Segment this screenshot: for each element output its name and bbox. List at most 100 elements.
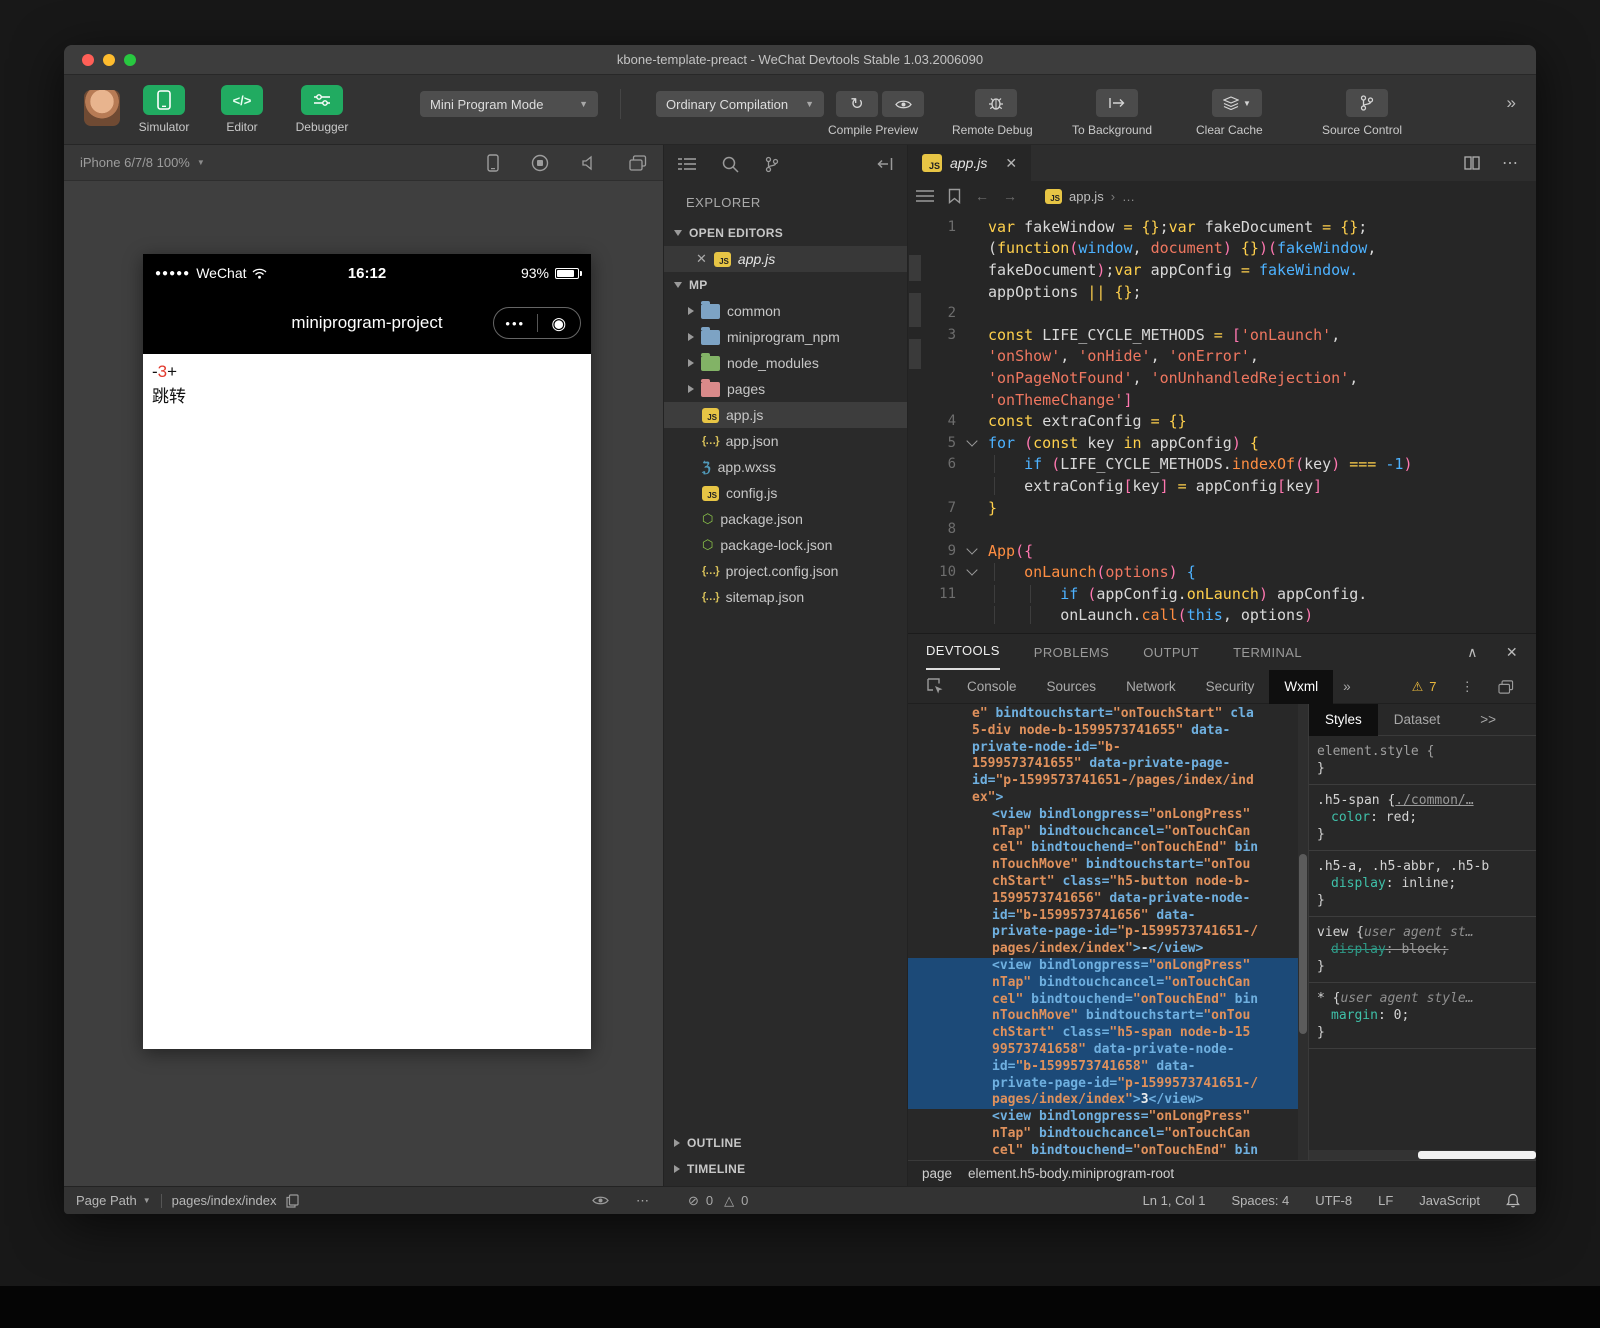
tab-sources[interactable]: Sources <box>1032 670 1112 704</box>
file-tree-item-config.js[interactable]: JSconfig.js <box>664 480 907 506</box>
problems-summary[interactable]: ⊘0 △0 <box>688 1193 748 1209</box>
jump-link[interactable]: 跳转 <box>152 385 582 410</box>
page-path-select[interactable]: Page Path ▼ <box>76 1193 151 1208</box>
code-line[interactable]: 7} <box>908 497 1536 519</box>
wxml-line[interactable]: cel" bindtouchend="onTouchEnd" bin <box>908 1143 1298 1160</box>
style-property[interactable]: display: block; <box>1317 941 1528 958</box>
speaker-icon[interactable] <box>581 155 597 171</box>
file-tree-item-project.config.json[interactable]: {…}project.config.json <box>664 558 907 584</box>
wxml-line[interactable]: cel" bindtouchend="onTouchEnd" bin <box>908 840 1298 857</box>
copy-path-icon[interactable] <box>286 1194 299 1208</box>
more-menu-icon[interactable]: ••• <box>494 316 537 331</box>
file-tree-item-app.json[interactable]: {…}app.json <box>664 428 907 454</box>
wxml-line[interactable]: 99573741658" data-private-node- <box>908 1042 1298 1059</box>
tab-console[interactable]: Console <box>952 670 1032 704</box>
file-tree-item-package-lock.json[interactable]: ⬡package-lock.json <box>664 532 907 558</box>
tab-security[interactable]: Security <box>1191 670 1270 704</box>
wxml-line[interactable]: <view bindlongpress="onLongPress" <box>908 958 1298 975</box>
stylesheet-link[interactable]: ./common/… <box>1395 793 1473 808</box>
clear-cache-button[interactable]: ▼ <box>1212 89 1262 117</box>
wxml-line[interactable]: nTap" bindtouchcancel="onTouchCan <box>908 1126 1298 1143</box>
tab-styles[interactable]: Styles <box>1309 704 1378 736</box>
wxml-line[interactable]: 1599573741656" data-private-node- <box>908 891 1298 908</box>
compile-button[interactable]: ↻ <box>836 91 878 117</box>
wxml-line[interactable]: <view bindlongpress="onLongPress" <box>908 1109 1298 1126</box>
code-line[interactable]: 6 if (LIFE_CYCLE_METHODS.indexOf(key) ==… <box>908 454 1536 476</box>
inspect-element-icon[interactable] <box>918 678 952 695</box>
counter-line[interactable]: -3+ <box>152 360 582 385</box>
kebab-menu-icon[interactable]: ⋮ <box>1461 679 1475 695</box>
wxml-line[interactable]: private-page-id="p-1599573741651-/ <box>908 1076 1298 1093</box>
styles-horizontal-scrollbar[interactable] <box>1309 1150 1536 1160</box>
file-tree-item-common[interactable]: common <box>664 298 907 324</box>
code-line[interactable]: 'onShow', 'onHide', 'onError', <box>908 346 1536 368</box>
file-tree-item-node_modules[interactable]: node_modules <box>664 350 907 376</box>
wxml-line[interactable]: private-node-id="b- <box>908 740 1298 757</box>
wxml-line[interactable]: 5-div node-b-1599573741655" data- <box>908 723 1298 740</box>
breadcrumb-element[interactable]: element.h5-body.miniprogram-root <box>968 1166 1174 1181</box>
split-editor-icon[interactable] <box>1464 156 1480 170</box>
fold-chevron-icon[interactable] <box>966 435 977 446</box>
tab-dataset[interactable]: Dataset <box>1378 704 1457 736</box>
project-root-folder[interactable]: MP <box>664 272 907 298</box>
debugger-button[interactable]: Debugger <box>292 85 352 134</box>
code-line[interactable]: 1var fakeWindow = {};var fakeDocument = … <box>908 216 1536 238</box>
breadcrumb[interactable]: JS app.js › … <box>1045 189 1135 204</box>
eol-setting[interactable]: LF <box>1378 1193 1393 1208</box>
encoding-setting[interactable]: UTF-8 <box>1315 1193 1352 1208</box>
tab-problems[interactable]: PROBLEMS <box>1034 645 1109 660</box>
wxml-line[interactable]: ex"> <box>908 790 1298 807</box>
file-tree-item-package.json[interactable]: ⬡package.json <box>664 506 907 532</box>
style-property[interactable]: color: red; <box>1317 809 1528 826</box>
wxml-line[interactable]: cel" bindtouchend="onTouchEnd" bin <box>908 992 1298 1009</box>
warning-count-badge[interactable]: ⚠7 <box>1412 679 1437 695</box>
collapse-panel-icon[interactable]: ∧ <box>1467 644 1478 661</box>
code-line[interactable]: 8 <box>908 518 1536 540</box>
bookmark-icon[interactable] <box>948 188 961 204</box>
search-icon[interactable] <box>722 156 739 173</box>
code-line[interactable]: (function(window, document) {})(fakeWind… <box>908 238 1536 260</box>
wxml-line[interactable]: nTouchMove" bindtouchstart="onTou <box>908 1008 1298 1025</box>
wxml-line[interactable]: chStart" class="h5-span node-b-15 <box>908 1025 1298 1042</box>
phone-screen[interactable]: ●●●●● WeChat 16:12 93% miniprogram-proje… <box>143 254 591 1049</box>
to-background-button[interactable] <box>1096 89 1138 117</box>
tab-app-js[interactable]: JS app.js ✕ <box>908 145 1031 181</box>
mode-select[interactable]: Mini Program Mode ▼ <box>420 91 598 117</box>
capsule-menu[interactable]: ••• ◉ <box>493 307 581 339</box>
git-branch-icon[interactable] <box>765 156 779 173</box>
tab-terminal[interactable]: TERMINAL <box>1233 645 1302 660</box>
wxml-line[interactable]: e" bindtouchstart="onTouchStart" cla <box>908 706 1298 723</box>
compilation-select[interactable]: Ordinary Compilation ▼ <box>656 91 824 117</box>
wxml-tree[interactable]: e" bindtouchstart="onTouchStart" cla5-di… <box>908 704 1298 1160</box>
more-tabs-icon[interactable]: » <box>1333 670 1361 704</box>
wxml-line[interactable]: chStart" class="h5-button node-b- <box>908 874 1298 891</box>
source-control-button[interactable] <box>1346 89 1388 117</box>
outline-list-icon[interactable] <box>916 189 934 203</box>
remote-debug-button[interactable] <box>975 89 1017 117</box>
style-rule[interactable]: element.style {} <box>1309 736 1536 785</box>
toolbar-more-button[interactable]: » <box>1507 93 1516 113</box>
style-property[interactable]: display: inline; <box>1317 875 1528 892</box>
open-editors-section[interactable]: OPEN EDITORS <box>664 220 907 246</box>
wxml-vertical-scrollbar[interactable] <box>1298 704 1308 1160</box>
close-icon[interactable]: ✕ <box>696 251 707 267</box>
style-rule[interactable]: view {user agent st…display: block;} <box>1309 917 1536 983</box>
style-rule[interactable]: .h5-span {./common/…color: red;} <box>1309 785 1536 851</box>
wxml-line[interactable]: id="b-1599573741658" data- <box>908 1059 1298 1076</box>
outline-section[interactable]: OUTLINE <box>664 1130 907 1156</box>
wxml-line[interactable]: <view bindlongpress="onLongPress" <box>908 807 1298 824</box>
file-tree-item-miniprogram_npm[interactable]: miniprogram_npm <box>664 324 907 350</box>
wxml-line[interactable]: nTap" bindtouchcancel="onTouchCan <box>908 975 1298 992</box>
rotate-device-icon[interactable] <box>487 154 499 172</box>
tab-output[interactable]: OUTPUT <box>1143 645 1199 660</box>
more-styles-tabs-icon[interactable]: >> <box>1464 704 1512 736</box>
code-line[interactable]: appOptions || {}; <box>908 281 1536 303</box>
file-tree-item-sitemap.json[interactable]: {…}sitemap.json <box>664 584 907 610</box>
code-line[interactable]: 11 if (appConfig.onLaunch) appConfig. <box>908 583 1536 605</box>
indentation-setting[interactable]: Spaces: 4 <box>1231 1193 1289 1208</box>
code-line[interactable]: extraConfig[key] = appConfig[key] <box>908 475 1536 497</box>
collapse-sidebar-icon[interactable] <box>877 157 893 171</box>
language-mode[interactable]: JavaScript <box>1419 1193 1480 1208</box>
user-avatar[interactable] <box>84 90 120 126</box>
wxml-line[interactable]: private-page-id="p-1599573741651-/ <box>908 924 1298 941</box>
